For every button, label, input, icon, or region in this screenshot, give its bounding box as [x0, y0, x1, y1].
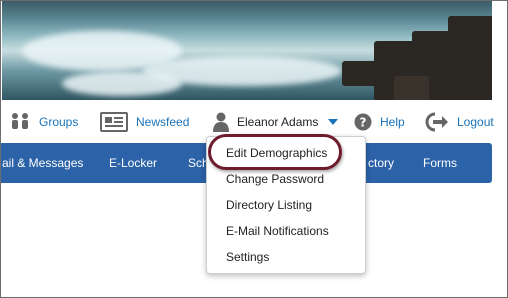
scroll-gutter [492, 1, 507, 297]
user-icon [213, 112, 229, 132]
nav-item-e-locker[interactable]: E-Locker [109, 143, 157, 183]
caret-down-icon [328, 119, 339, 125]
help-link[interactable]: ? Help [354, 105, 405, 139]
newsfeed-label: Newsfeed [136, 115, 190, 129]
logout-link[interactable]: Logout [425, 105, 494, 139]
svg-text:?: ? [360, 116, 367, 130]
menu-item-directory-listing[interactable]: Directory Listing [226, 195, 312, 215]
nav-item-directory[interactable]: ctory [368, 143, 394, 183]
nav-item-forms[interactable]: Forms [423, 143, 457, 183]
groups-label: Groups [39, 115, 79, 129]
newsfeed-link[interactable]: Newsfeed [100, 105, 189, 139]
user-dropdown-menu: Edit Demographics Change Password Direct… [206, 136, 366, 274]
menu-item-edit-demographics[interactable]: Edit Demographics [226, 143, 327, 163]
menu-item-settings[interactable]: Settings [226, 247, 269, 267]
menu-item-change-password[interactable]: Change Password [226, 169, 324, 189]
nav-item-mail-messages[interactable]: ail & Messages [2, 143, 83, 183]
user-menu-toggle[interactable]: Eleanor Adams [213, 105, 339, 139]
menu-item-email-notifications[interactable]: E-Mail Notifications [226, 221, 329, 241]
newspaper-icon [100, 112, 128, 132]
groups-icon [12, 113, 28, 129]
groups-link[interactable]: Groups [9, 105, 78, 139]
help-label: Help [380, 115, 405, 129]
help-icon: ? [354, 113, 372, 131]
logout-icon [425, 112, 448, 132]
logout-label: Logout [457, 115, 494, 129]
banner-image [2, 1, 492, 100]
user-name: Eleanor Adams [237, 115, 319, 129]
top-links-row: Groups Newsfeed Eleanor Adams ? Help Log… [1, 105, 507, 139]
app-window: Groups Newsfeed Eleanor Adams ? Help Log… [0, 0, 508, 298]
